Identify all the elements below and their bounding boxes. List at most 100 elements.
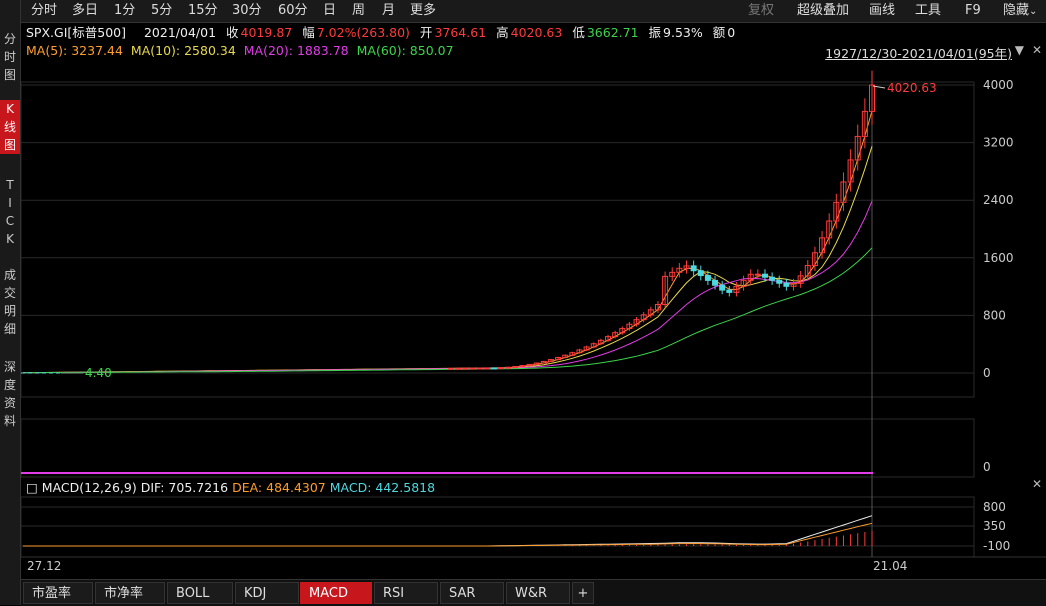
indicator-tabs: 市盈率 市净率 BOLL KDJ MACD RSI SAR W&R + [21, 579, 1046, 606]
quote-info-line: SPX.GI[标普500] 2021/04/01 收 4019.87 幅 7.02%… [26, 24, 741, 42]
left-sidebar: 分 时 图 K 线 图 T I C K 成 交 明 细 深 度 资 料 [0, 0, 21, 605]
macd-close-icon[interactable]: ✕ [1032, 477, 1042, 491]
tab-kdj[interactable]: KDJ [235, 582, 299, 604]
low-value: 3662.71 [586, 25, 639, 40]
close-icon[interactable]: ✕ [1032, 43, 1042, 57]
candle-body [505, 366, 512, 369]
candle-body [704, 275, 711, 281]
macd-collapse-icon[interactable]: □ [26, 480, 38, 495]
candle-body [490, 367, 497, 370]
sidebar-char: T [6, 178, 14, 192]
price-tick-label: 0 [983, 366, 991, 380]
amount-label: 额 [712, 25, 726, 40]
period-tab-30min[interactable]: 30分 [232, 0, 262, 22]
candle-body [719, 284, 726, 291]
add-tab-icon[interactable]: + [572, 582, 594, 604]
period-tab-more[interactable]: 更多 [410, 0, 436, 22]
date-range-selector[interactable]: 1927/12/30-2021/04/01(95年) [825, 43, 1012, 62]
sidebar-char: 细 [3, 322, 16, 336]
high-marker-label: 4020.63 [887, 81, 937, 95]
period-tab-15min[interactable]: 15分 [188, 0, 218, 22]
ma20-legend: MA(20): 1883.78 [243, 43, 349, 58]
candle-body [448, 367, 455, 370]
macd-value: MACD: 442.5818 [329, 480, 436, 495]
period-tab-month[interactable]: 月 [382, 0, 395, 22]
period-tab-week[interactable]: 周 [352, 0, 365, 22]
price-pane [21, 81, 975, 398]
high-label: 高 [496, 25, 509, 40]
sidebar-item-depth[interactable]: 深 度 资 料 [0, 358, 20, 430]
tab-pe[interactable]: 市盈率 [23, 582, 93, 604]
candlesticks [448, 70, 875, 370]
candle-body [476, 367, 483, 370]
price-tick-label: 4000 [983, 78, 1014, 92]
period-tab-day[interactable]: 日 [323, 0, 336, 22]
tab-pb[interactable]: 市净率 [95, 582, 165, 604]
date-start-label: 27.12 [27, 559, 61, 573]
candle-body [690, 265, 697, 272]
candle-body [697, 270, 704, 277]
quote-date: 2021/04/01 [143, 25, 217, 40]
kline-chart[interactable]: 4000 3200 2400 1600 800 0 0 800 350 -100 27.12 21.0… [21, 62, 1046, 577]
sidebar-item-tick[interactable]: T I C K [0, 176, 20, 248]
tab-wr[interactable]: W&R [506, 582, 570, 604]
dea-line [23, 522, 873, 547]
chevron-down-icon[interactable]: ▼ [1015, 43, 1024, 57]
candle-body [761, 273, 768, 278]
symbol-label: SPX.GI[标普500] [26, 25, 126, 40]
amount-value: 0 [727, 25, 736, 40]
hide-button[interactable]: 隐藏⌄ [1003, 0, 1037, 22]
candle-body [769, 276, 776, 281]
tab-rsi[interactable]: RSI [374, 582, 438, 604]
candle-body [519, 365, 526, 368]
change-label: 幅 [302, 25, 315, 40]
tab-macd[interactable]: MACD [300, 582, 372, 604]
candle-body [712, 279, 719, 286]
period-tab-multiday[interactable]: 多日 [72, 0, 98, 22]
macd-dea: DEA: 484.4307 [232, 480, 326, 495]
draw-button[interactable]: 画线 [869, 0, 895, 22]
overlay-button[interactable]: 超级叠加 [797, 0, 849, 22]
ma-legend: MA(5): 3237.44 MA(10): 2580.34 MA(20): 1… [26, 43, 458, 58]
sidebar-char: K [6, 232, 14, 246]
period-tab-5min[interactable]: 5分 [151, 0, 172, 22]
period-toolbar: 分时 多日 1分 5分 15分 30分 60分 日 周 月 更多 复权 超级叠加… [21, 0, 1046, 23]
close-label: 收 [226, 25, 239, 40]
candle-body [462, 367, 469, 370]
sidebar-char: 度 [3, 378, 16, 392]
period-tab-intraday[interactable]: 分时 [31, 0, 57, 22]
date-end-label: 21.04 [873, 559, 907, 573]
candle-body [726, 289, 733, 293]
ma10-legend: MA(10): 2580.34 [130, 43, 236, 58]
tab-sar[interactable]: SAR [440, 582, 504, 604]
sidebar-item-intraday[interactable]: 分 时 图 [0, 30, 20, 84]
double-chevron-down-icon: ⌄ [1029, 6, 1038, 17]
sidebar-char: 图 [3, 68, 16, 82]
ma60-line [23, 247, 873, 374]
tools-button[interactable]: 工具 [915, 0, 941, 22]
restore-button[interactable]: 复权 [748, 0, 774, 22]
sidebar-char: 交 [3, 286, 16, 300]
ma10-line [23, 146, 873, 374]
sidebar-item-kline[interactable]: K 线 图 [0, 100, 20, 154]
sidebar-char: 时 [3, 50, 16, 64]
volume-pane [21, 418, 975, 478]
ma5-line [23, 110, 873, 374]
sidebar-char: K [6, 102, 14, 116]
sidebar-char: 资 [3, 396, 16, 410]
close-value: 4019.87 [240, 25, 293, 40]
period-tab-1min[interactable]: 1分 [114, 0, 135, 22]
macd-tick-label: 350 [983, 519, 1006, 533]
amplitude-value: 9.53% [663, 25, 703, 40]
candle-body [469, 367, 476, 370]
macd-tick-label: -100 [983, 539, 1010, 553]
sidebar-char: I [8, 196, 12, 210]
ma5-legend: MA(5): 3237.44 [26, 43, 123, 58]
f9-button[interactable]: F9 [965, 0, 981, 22]
sidebar-item-trades[interactable]: 成 交 明 细 [0, 266, 20, 338]
price-tick-label: 3200 [983, 136, 1014, 150]
price-tick-label: 800 [983, 308, 1006, 322]
sidebar-char: 图 [3, 138, 16, 152]
period-tab-60min[interactable]: 60分 [278, 0, 308, 22]
tab-boll[interactable]: BOLL [167, 582, 233, 604]
